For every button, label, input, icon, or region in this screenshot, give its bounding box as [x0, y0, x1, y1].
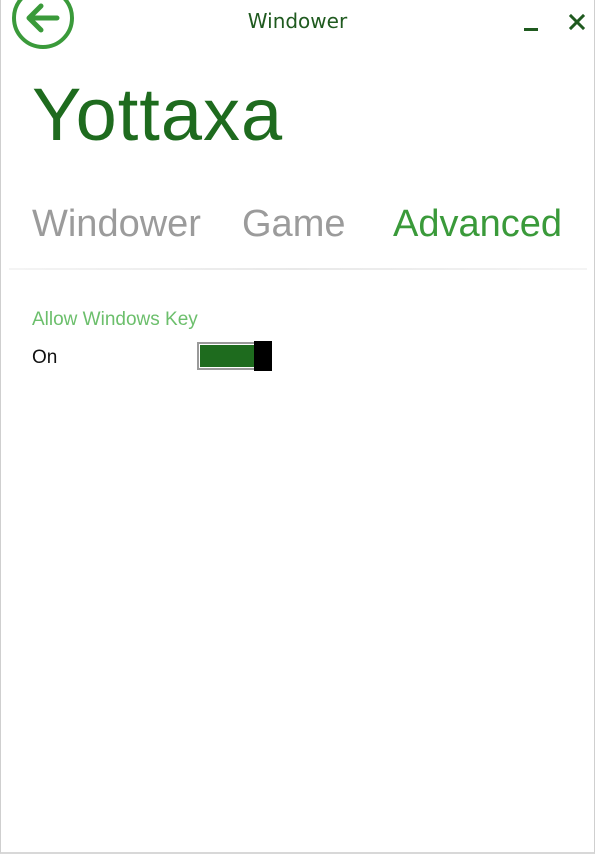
tab-bar: Windower Game Advanced	[32, 203, 592, 253]
tab-advanced[interactable]: Advanced	[393, 203, 562, 246]
toggle-thumb[interactable]	[254, 341, 272, 371]
allow-windows-key-toggle[interactable]	[197, 341, 272, 371]
close-button[interactable]	[565, 10, 589, 34]
window-title: Windower	[247, 9, 348, 33]
tab-game[interactable]: Game	[242, 203, 345, 246]
minimize-button[interactable]	[520, 16, 542, 34]
app-title: Yottaxa	[32, 73, 284, 156]
tabs-divider	[9, 268, 587, 270]
allow-windows-key-state: On	[32, 347, 58, 368]
app-window: Windower Yottaxa Windower Game Advanced …	[0, 0, 595, 854]
tab-windower[interactable]: Windower	[32, 203, 201, 246]
close-icon	[568, 13, 586, 31]
toggle-fill	[200, 345, 256, 367]
allow-windows-key-label: Allow Windows Key	[32, 309, 198, 330]
minimize-icon	[524, 28, 538, 31]
